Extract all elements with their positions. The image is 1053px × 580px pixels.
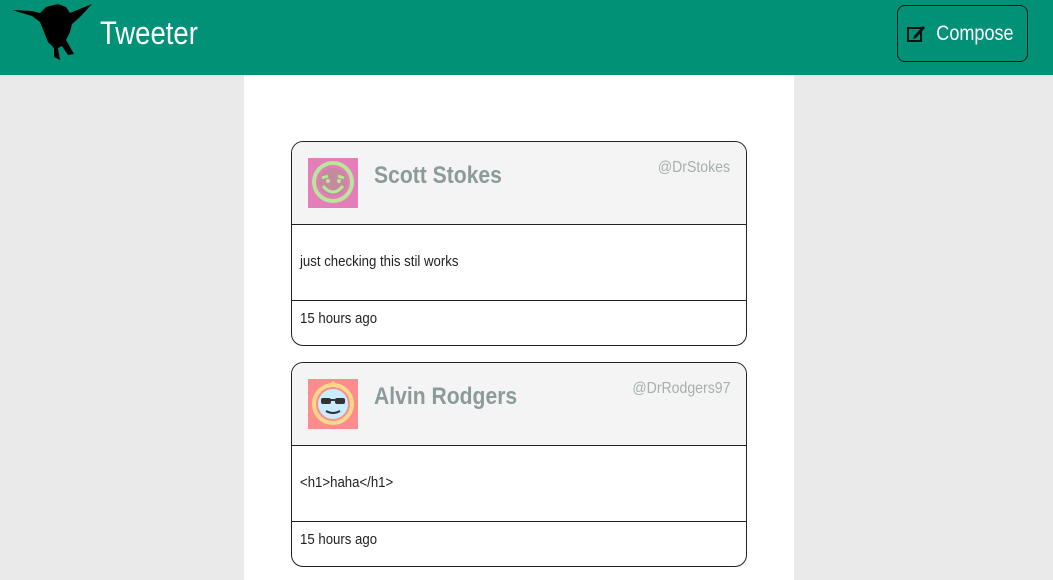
- tweet-header: Alvin Rodgers @DrRodgers97: [292, 363, 746, 446]
- tweet-text: just checking this stil works: [300, 253, 459, 270]
- tweet-timestamp: 15 hours ago: [300, 531, 378, 548]
- tweet-timestamp: 15 hours ago: [300, 310, 378, 327]
- tweet-body: just checking this stil works: [292, 225, 746, 301]
- sunglasses-face-icon: [308, 379, 358, 429]
- smiley-face-icon: [308, 158, 358, 208]
- pencil-square-icon: [906, 25, 925, 42]
- brand-title[interactable]: Tweeter: [100, 15, 198, 52]
- navbar: Tweeter Compose: [0, 0, 1053, 75]
- hummingbird-icon[interactable]: [10, 2, 92, 64]
- tweet-footer: 15 hours ago: [292, 522, 746, 566]
- tweet-card: Scott Stokes @DrStokes just checking thi…: [291, 141, 747, 346]
- tweet-author-handle: @DrStokes: [657, 159, 730, 176]
- tweet-author-handle: @DrRodgers97: [631, 380, 730, 397]
- tweet-body: <h1>haha</h1>: [292, 446, 746, 522]
- tweet-text: <h1>haha</h1>: [300, 474, 394, 491]
- tweet-footer: 15 hours ago: [292, 301, 746, 345]
- tweet-card: Alvin Rodgers @DrRodgers97 <h1>haha</h1>…: [291, 362, 747, 567]
- compose-button[interactable]: Compose: [897, 5, 1028, 62]
- tweet-header: Scott Stokes @DrStokes: [292, 142, 746, 225]
- tweet-feed: Scott Stokes @DrStokes just checking thi…: [244, 75, 794, 580]
- compose-label: Compose: [935, 21, 1014, 45]
- tweet-author-name: Alvin Rodgers: [374, 383, 518, 410]
- tweet-author-name: Scott Stokes: [374, 162, 502, 189]
